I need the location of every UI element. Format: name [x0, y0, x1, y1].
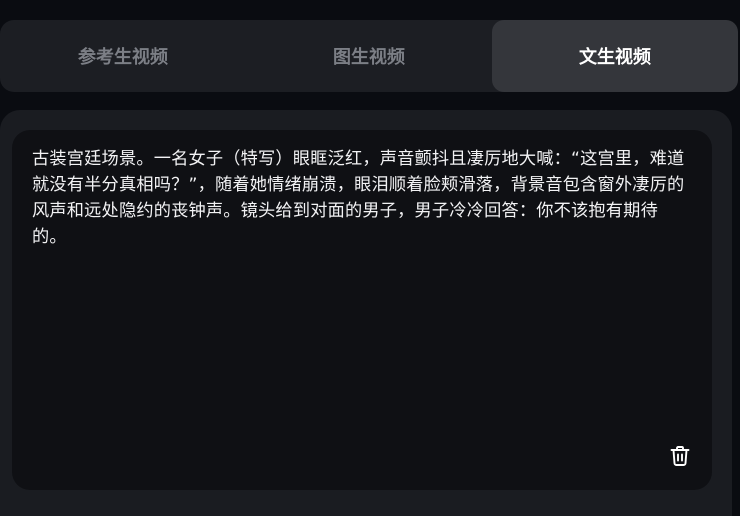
prompt-panel: 古装宫廷场景。一名女子（特写）眼眶泛红，声音颤抖且凄厉地大喊：“这宫里，难道就没… [0, 110, 732, 516]
prompt-text[interactable]: 古装宫廷场景。一名女子（特写）眼眶泛红，声音颤抖且凄厉地大喊：“这宫里，难道就没… [32, 146, 692, 250]
tab-text-to-video[interactable]: 文生视频 [492, 20, 738, 92]
delete-button[interactable] [666, 442, 694, 470]
tab-reference-to-video[interactable]: 参考生视频 [0, 20, 246, 92]
prompt-editor[interactable]: 古装宫廷场景。一名女子（特写）眼眶泛红，声音颤抖且凄厉地大喊：“这宫里，难道就没… [12, 130, 712, 490]
tab-image-to-video[interactable]: 图生视频 [246, 20, 492, 92]
trash-icon [670, 446, 690, 466]
page: 参考生视频 图生视频 文生视频 古装宫廷场景。一名女子（特写）眼眶泛红，声音颤抖… [0, 0, 740, 516]
mode-tab-bar: 参考生视频 图生视频 文生视频 [0, 20, 738, 92]
